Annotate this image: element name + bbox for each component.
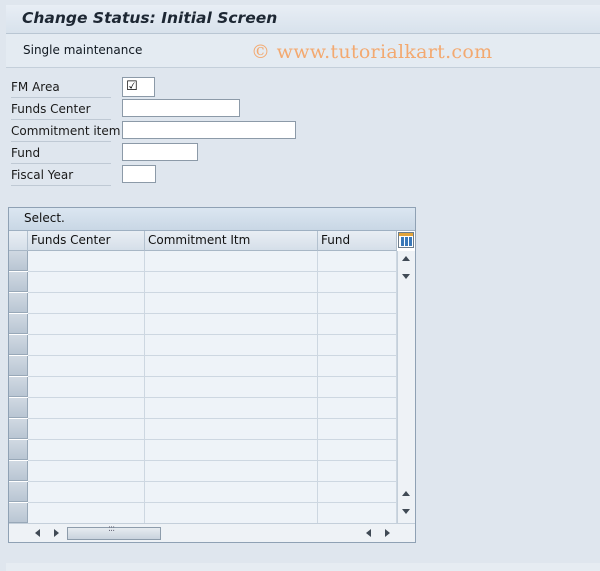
table-cell[interactable] bbox=[28, 377, 145, 398]
horizontal-scroll-thumb[interactable]: ::: bbox=[67, 524, 161, 540]
table-cell[interactable] bbox=[318, 335, 397, 356]
single-maintenance-button[interactable]: Single maintenance bbox=[15, 40, 150, 60]
table-cell[interactable] bbox=[145, 293, 318, 314]
table-cell[interactable] bbox=[28, 503, 145, 524]
table-cell[interactable] bbox=[318, 356, 397, 377]
table-cell[interactable] bbox=[145, 356, 318, 377]
fund-label: Fund bbox=[11, 144, 111, 164]
table-cell[interactable] bbox=[318, 377, 397, 398]
fund-input[interactable] bbox=[122, 143, 198, 161]
table-title: Select. bbox=[24, 211, 65, 225]
table-cell[interactable] bbox=[145, 335, 318, 356]
table-settings-icon[interactable] bbox=[398, 232, 414, 248]
table-cell[interactable] bbox=[28, 482, 145, 503]
thumb-grip-icon: ::: bbox=[108, 524, 115, 534]
select-all-header[interactable] bbox=[9, 231, 28, 251]
table-cell[interactable] bbox=[145, 503, 318, 524]
table-cell[interactable] bbox=[145, 398, 318, 419]
table-cell[interactable] bbox=[318, 398, 397, 419]
settings-bar-top bbox=[399, 233, 413, 236]
row-selector[interactable] bbox=[9, 272, 28, 292]
fm-area-checkbox[interactable]: ☑ bbox=[122, 77, 155, 97]
scroll-right-icon[interactable] bbox=[54, 529, 59, 537]
row-selector[interactable] bbox=[9, 293, 28, 313]
settings-bar-1 bbox=[401, 237, 404, 246]
commitment-item-input[interactable] bbox=[122, 121, 296, 139]
scroll-up-icon-bottom[interactable] bbox=[402, 491, 410, 496]
table-cell[interactable] bbox=[318, 461, 397, 482]
table-cell[interactable] bbox=[318, 293, 397, 314]
table-cell[interactable] bbox=[28, 398, 145, 419]
table-cell[interactable] bbox=[318, 482, 397, 503]
column-header-commitment-itm[interactable]: Commitment Itm bbox=[145, 231, 318, 251]
title-bar: Change Status: Initial Screen bbox=[6, 5, 600, 34]
row-selector[interactable] bbox=[9, 419, 28, 439]
column-header-funds-center[interactable]: Funds Center bbox=[28, 231, 145, 251]
row-selector[interactable] bbox=[9, 482, 28, 502]
funds-center-label: Funds Center bbox=[11, 100, 111, 120]
settings-bar-3 bbox=[409, 237, 412, 246]
vertical-scrollbar[interactable] bbox=[397, 251, 415, 523]
select-table: Select. Funds Center Commitment Itm Fund… bbox=[8, 207, 416, 543]
fm-area-label: FM Area bbox=[11, 78, 111, 98]
table-cell[interactable] bbox=[145, 272, 318, 293]
row-selector[interactable] bbox=[9, 503, 28, 523]
table-cell[interactable] bbox=[28, 356, 145, 377]
page-title: Change Status: Initial Screen bbox=[22, 9, 278, 27]
scroll-left-icon[interactable] bbox=[35, 529, 40, 537]
scroll-down-icon[interactable] bbox=[402, 274, 410, 279]
table-cell[interactable] bbox=[145, 314, 318, 335]
row-selector[interactable] bbox=[9, 335, 28, 355]
scroll-right-icon-end[interactable] bbox=[385, 529, 390, 537]
settings-bar-2 bbox=[405, 237, 408, 246]
table-title-bar: Select. bbox=[9, 208, 415, 231]
table-cell[interactable] bbox=[145, 440, 318, 461]
table-cell[interactable] bbox=[28, 419, 145, 440]
table-cell[interactable] bbox=[28, 314, 145, 335]
table-cell[interactable] bbox=[318, 272, 397, 293]
table-cell[interactable] bbox=[145, 419, 318, 440]
row-selector[interactable] bbox=[9, 377, 28, 397]
table-cell[interactable] bbox=[145, 461, 318, 482]
table-cell[interactable] bbox=[28, 335, 145, 356]
table-cell[interactable] bbox=[28, 272, 145, 293]
commitment-item-label: Commitment item bbox=[11, 122, 120, 142]
table-cell[interactable] bbox=[28, 293, 145, 314]
scroll-up-icon[interactable] bbox=[402, 256, 410, 261]
table-cell[interactable] bbox=[318, 314, 397, 335]
row-selector[interactable] bbox=[9, 398, 28, 418]
column-header-fund[interactable]: Fund bbox=[318, 231, 397, 251]
checkbox-checked-icon: ☑ bbox=[126, 79, 138, 94]
table-cell[interactable] bbox=[318, 440, 397, 461]
table-cell[interactable] bbox=[145, 377, 318, 398]
table-cell[interactable] bbox=[145, 482, 318, 503]
row-selector[interactable] bbox=[9, 314, 28, 334]
row-selector[interactable] bbox=[9, 440, 28, 460]
bottom-strip bbox=[6, 563, 600, 571]
row-selector[interactable] bbox=[9, 251, 28, 271]
table-cell[interactable] bbox=[318, 419, 397, 440]
scroll-left-icon-end[interactable] bbox=[366, 529, 371, 537]
table-cell[interactable] bbox=[28, 440, 145, 461]
row-selector[interactable] bbox=[9, 461, 28, 481]
row-selector[interactable] bbox=[9, 356, 28, 376]
horizontal-scrollbar[interactable]: ::: bbox=[9, 523, 415, 542]
application-toolbar: Single maintenance © www.tutorialkart.co… bbox=[6, 34, 600, 68]
funds-center-input[interactable] bbox=[122, 99, 240, 117]
fiscal-year-input[interactable] bbox=[122, 165, 156, 183]
fiscal-year-label: Fiscal Year bbox=[11, 166, 111, 186]
table-cell[interactable] bbox=[318, 251, 397, 272]
watermark: © www.tutorialkart.com bbox=[251, 41, 493, 63]
table-cell[interactable] bbox=[28, 251, 145, 272]
main-content: FM Area ☑ Funds Center Commitment item F… bbox=[6, 68, 600, 571]
scroll-down-icon-bottom[interactable] bbox=[402, 509, 410, 514]
table-cell[interactable] bbox=[318, 503, 397, 524]
table-cell[interactable] bbox=[28, 461, 145, 482]
table-cell[interactable] bbox=[145, 251, 318, 272]
